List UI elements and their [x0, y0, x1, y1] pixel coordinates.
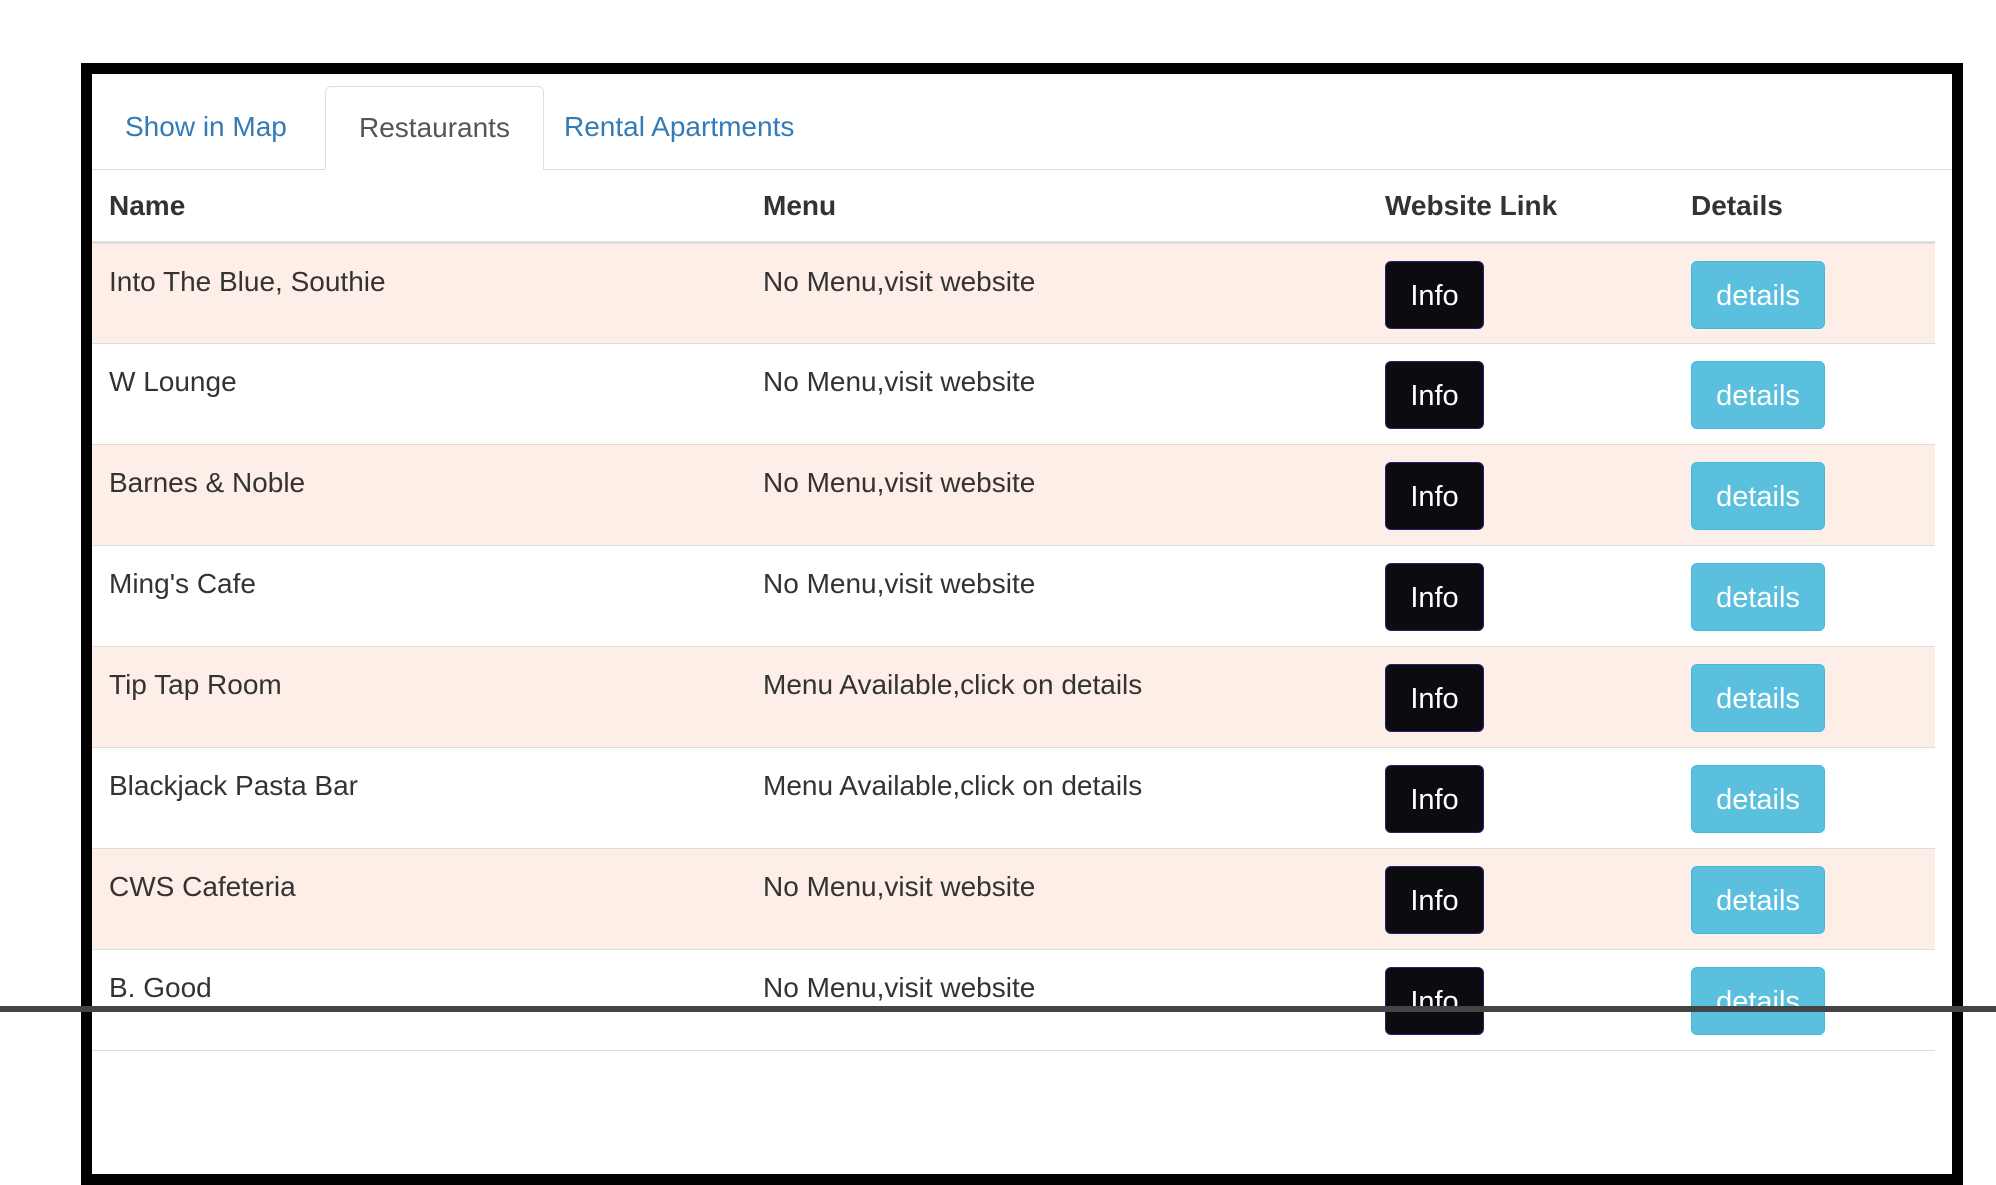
- cell-details: details: [1674, 242, 1935, 344]
- cell-website-link: Info: [1368, 646, 1674, 748]
- column-header-menu: Menu: [746, 170, 1368, 244]
- cell-details: details: [1674, 949, 1935, 1051]
- cell-details: details: [1674, 444, 1935, 546]
- cell-menu: No Menu,visit website: [746, 545, 1368, 647]
- column-header-website-link: Website Link: [1368, 170, 1674, 244]
- restaurant-name: CWS Cafeteria: [109, 871, 296, 902]
- info-button[interactable]: Info: [1385, 866, 1484, 934]
- details-button[interactable]: details: [1691, 967, 1825, 1035]
- restaurant-name: Tip Tap Room: [109, 669, 282, 700]
- details-button[interactable]: details: [1691, 462, 1825, 530]
- details-button[interactable]: details: [1691, 664, 1825, 732]
- info-button[interactable]: Info: [1385, 967, 1484, 1035]
- restaurant-name: Into The Blue, Southie: [109, 266, 386, 297]
- cell-name: Into The Blue, Southie: [92, 242, 746, 344]
- cell-menu: No Menu,visit website: [746, 444, 1368, 546]
- column-header-details: Details: [1674, 170, 1935, 244]
- cell-website-link: Info: [1368, 242, 1674, 344]
- details-button[interactable]: details: [1691, 563, 1825, 631]
- menu-status: No Menu,visit website: [763, 871, 1036, 902]
- cell-details: details: [1674, 747, 1935, 849]
- cell-details: details: [1674, 646, 1935, 748]
- restaurants-table: Name Menu Website Link Details Into The …: [92, 170, 1935, 1051]
- info-button[interactable]: Info: [1385, 664, 1484, 732]
- cell-menu: No Menu,visit website: [746, 242, 1368, 344]
- info-button[interactable]: Info: [1385, 765, 1484, 833]
- content-panel: Show in Map Restaurants Rental Apartment…: [81, 63, 1963, 1185]
- restaurant-name: Barnes & Noble: [109, 467, 306, 498]
- cell-website-link: Info: [1368, 848, 1674, 950]
- restaurant-name: Blackjack Pasta Bar: [109, 770, 358, 801]
- info-button[interactable]: Info: [1385, 462, 1484, 530]
- info-button[interactable]: Info: [1385, 361, 1484, 429]
- cell-website-link: Info: [1368, 949, 1674, 1051]
- details-button[interactable]: details: [1691, 361, 1825, 429]
- cell-name: W Lounge: [92, 343, 746, 445]
- table-row: Ming's Cafe No Menu,visit website Info deta…: [92, 545, 1935, 647]
- menu-status: No Menu,visit website: [763, 366, 1036, 397]
- details-button[interactable]: details: [1691, 765, 1825, 833]
- cell-name: Ming's Cafe: [92, 545, 746, 647]
- cell-menu: No Menu,visit website: [746, 343, 1368, 445]
- cell-name: B. Good: [92, 949, 746, 1051]
- table-row: Tip Tap Room Menu Available,click on deta…: [92, 646, 1935, 748]
- menu-status: No Menu,visit website: [763, 467, 1036, 498]
- info-button[interactable]: Info: [1385, 261, 1484, 329]
- cell-website-link: Info: [1368, 444, 1674, 546]
- table-row: Into The Blue, Southie No Menu,visit webs…: [92, 242, 1935, 344]
- details-button[interactable]: details: [1691, 866, 1825, 934]
- table-row: Barnes & Noble No Menu,visit website Info d…: [92, 444, 1935, 546]
- tab-show-in-map[interactable]: Show in Map: [92, 86, 320, 168]
- cell-menu: No Menu,visit website: [746, 848, 1368, 950]
- table-body: Into The Blue, Southie No Menu,visit webs…: [92, 242, 1935, 1051]
- bottom-border: [0, 1006, 1996, 1012]
- info-button[interactable]: Info: [1385, 563, 1484, 631]
- cell-website-link: Info: [1368, 343, 1674, 445]
- cell-details: details: [1674, 848, 1935, 950]
- cell-menu: Menu Available,click on details: [746, 646, 1368, 748]
- column-header-name: Name: [92, 170, 746, 244]
- restaurant-name: Ming's Cafe: [109, 568, 256, 599]
- menu-status: Menu Available,click on details: [763, 770, 1143, 801]
- cell-name: CWS Cafeteria: [92, 848, 746, 950]
- table-header-row: Name Menu Website Link Details: [92, 170, 1935, 244]
- table-row: W Lounge No Menu,visit website Info details: [92, 343, 1935, 445]
- cell-details: details: [1674, 343, 1935, 445]
- cell-website-link: Info: [1368, 747, 1674, 849]
- tab-restaurants[interactable]: Restaurants: [325, 86, 544, 170]
- cell-menu: No Menu,visit website: [746, 949, 1368, 1051]
- cell-details: details: [1674, 545, 1935, 647]
- cell-name: Blackjack Pasta Bar: [92, 747, 746, 849]
- table-row: CWS Cafeteria No Menu,visit website Info de…: [92, 848, 1935, 950]
- menu-status: Menu Available,click on details: [763, 669, 1143, 700]
- menu-status: No Menu,visit website: [763, 266, 1036, 297]
- cell-website-link: Info: [1368, 545, 1674, 647]
- table-row: Blackjack Pasta Bar Menu Available,click …: [92, 747, 1935, 849]
- menu-status: No Menu,visit website: [763, 568, 1036, 599]
- menu-status: No Menu,visit website: [763, 972, 1036, 1003]
- cell-name: Barnes & Noble: [92, 444, 746, 546]
- tab-bar: Show in Map Restaurants Rental Apartment…: [92, 74, 1952, 170]
- cell-name: Tip Tap Room: [92, 646, 746, 748]
- details-button[interactable]: details: [1691, 261, 1825, 329]
- cell-menu: Menu Available,click on details: [746, 747, 1368, 849]
- restaurant-name: B. Good: [109, 972, 212, 1003]
- table-row: B. Good No Menu,visit website Info details: [92, 949, 1935, 1051]
- tab-rental-apartments[interactable]: Rental Apartments: [531, 86, 827, 168]
- restaurant-name: W Lounge: [109, 366, 237, 397]
